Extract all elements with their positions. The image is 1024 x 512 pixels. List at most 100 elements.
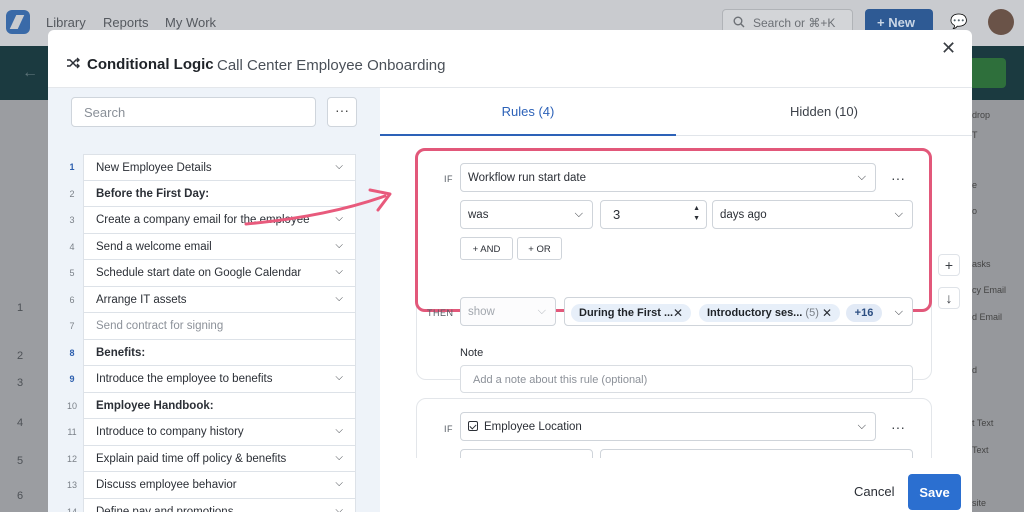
app-right-panel: drop T e o asks cy Email d Email d t Tex… (972, 100, 1024, 512)
app-right-text: d Email (972, 312, 1003, 322)
step-row[interactable]: 7 Send contract for signing (62, 313, 357, 340)
app-row-number: 3 (17, 377, 24, 389)
operator-select[interactable]: was ⌵ (460, 200, 593, 229)
more-options-button[interactable]: ··· (327, 97, 357, 127)
app-right-text: cy Email (972, 285, 1007, 295)
condition-field-select[interactable]: Workflow run start date ⌵ (460, 163, 876, 192)
chat-icon[interactable]: 💬 (950, 13, 967, 30)
chevron-down-icon[interactable]: ⌵ (335, 266, 343, 277)
chevron-down-icon[interactable]: ⌵ (335, 240, 343, 251)
target-chip[interactable]: Introductory ses... (5) ✕ (699, 304, 840, 322)
condition-field-select[interactable]: Employee Location ⌵ (460, 412, 876, 441)
step-label: New Employee Details (96, 162, 212, 174)
chevron-down-icon[interactable]: ⌵ (335, 161, 343, 172)
cancel-button[interactable]: Cancel (854, 484, 894, 499)
chevron-down-icon[interactable]: ⌵ (335, 478, 343, 489)
step-item[interactable]: Introduce to company history ⌵ (83, 419, 356, 446)
number-stepper-icon[interactable]: ▲ ▼ (693, 204, 700, 224)
step-number: 5 (69, 268, 75, 278)
tab-hidden[interactable]: Hidden (10) (676, 88, 972, 136)
annotation-arrow (244, 188, 392, 226)
unit-select[interactable]: days ago ⌵ (712, 200, 913, 229)
add-rule-icon[interactable]: + (938, 254, 960, 276)
save-button[interactable]: Save (908, 474, 961, 510)
back-arrow-icon[interactable]: ← (22, 64, 38, 82)
remove-chip-icon[interactable]: ✕ (822, 306, 832, 320)
modal-title: Conditional Logic (87, 56, 214, 73)
step-label: Define pay and promotions (96, 505, 234, 512)
step-row[interactable]: 12 Explain paid time off policy & benefit… (62, 445, 357, 472)
target-chip[interactable]: During the First ... ✕ (571, 304, 691, 322)
app-right-text: o (972, 206, 978, 216)
nav-library[interactable]: Library (46, 15, 86, 30)
step-label: Benefits: (96, 346, 146, 359)
step-label: Before the First Day: (96, 187, 210, 200)
step-item[interactable]: Send contract for signing (83, 313, 356, 340)
rules-tabs: Rules (4) Hidden (10) (380, 88, 972, 136)
chevron-down-icon[interactable]: ⌵ (335, 425, 343, 436)
more-chips-badge[interactable]: +16 (846, 304, 882, 322)
chevron-down-icon[interactable]: ⌵ (335, 293, 343, 304)
app-logo[interactable] (6, 10, 30, 34)
step-label: Introduce to company history (96, 426, 244, 438)
nav-reports[interactable]: Reports (103, 15, 149, 30)
shuffle-icon (66, 56, 80, 72)
step-item[interactable]: New Employee Details ⌵ (83, 154, 356, 181)
app-row-number: 1 (17, 302, 24, 314)
step-item[interactable]: Arrange IT assets ⌵ (83, 286, 356, 313)
chevron-down-icon: ⌵ (894, 208, 903, 220)
rules-area: IF Workflow run start date ⌵ ··· was ⌵ 3… (380, 136, 972, 458)
step-item[interactable]: Benefits: (83, 339, 356, 366)
step-row[interactable]: 1 New Employee Details ⌵ (62, 154, 357, 181)
operator-select[interactable] (460, 449, 593, 458)
step-item[interactable]: Define pay and promotions ⌵ (83, 498, 356, 512)
action-select[interactable]: show ⌵ (460, 297, 556, 326)
step-number: 11 (67, 427, 77, 437)
rule-more-icon[interactable]: ··· (891, 170, 905, 186)
step-row[interactable]: 8 Benefits: (62, 339, 357, 366)
step-number: 10 (66, 400, 77, 411)
step-row[interactable]: 9 Introduce the employee to benefits ⌵ (62, 366, 357, 393)
value-number-input[interactable]: 3 ▲ ▼ (600, 200, 707, 229)
chevron-down-icon: ⌵ (537, 305, 546, 317)
action-value: show (468, 306, 495, 318)
add-or-button[interactable]: + OR (517, 237, 562, 260)
chevron-down-icon[interactable]: ⌵ (335, 452, 343, 463)
step-item[interactable]: Send a welcome email ⌵ (83, 233, 356, 260)
step-label: Explain paid time off policy & benefits (96, 452, 287, 465)
rule-more-icon[interactable]: ··· (891, 419, 905, 435)
step-row[interactable]: 10 Employee Handbook: (62, 392, 357, 419)
chevron-down-icon[interactable]: ⌵ (335, 372, 343, 383)
condition-field-value: Employee Location (484, 421, 582, 433)
step-row[interactable]: 6 Arrange IT assets ⌵ (62, 286, 357, 313)
avatar[interactable] (988, 9, 1014, 35)
value-select[interactable] (600, 449, 913, 458)
if-label: IF (444, 174, 453, 184)
step-number: 1 (69, 162, 75, 172)
step-item[interactable]: Explain paid time off policy & benefits ⌵ (83, 445, 356, 472)
app-right-text: Text (972, 445, 989, 455)
step-row[interactable]: 5 Schedule start date on Google Calendar ⌵ (62, 260, 357, 287)
step-row[interactable]: 14 Define pay and promotions ⌵ (62, 498, 357, 512)
search-input[interactable] (71, 97, 316, 127)
step-item[interactable]: Employee Handbook: (83, 392, 356, 419)
step-number: 12 (66, 453, 77, 464)
add-and-button[interactable]: + AND (460, 237, 513, 260)
step-item[interactable]: Schedule start date on Google Calendar ⌵ (83, 260, 356, 287)
note-input[interactable]: Add a note about this rule (optional) (460, 365, 913, 393)
step-item[interactable]: Discuss employee behavior ⌵ (83, 472, 356, 499)
app-right-text: t Text (972, 418, 994, 428)
target-steps-select[interactable]: During the First ... ✕ Introductory ses.… (564, 297, 913, 326)
step-row[interactable]: 11 Introduce to company history ⌵ (62, 419, 357, 446)
close-icon[interactable]: ✕ (941, 38, 956, 59)
chevron-down-icon[interactable]: ⌵ (335, 505, 343, 512)
tab-rules[interactable]: Rules (4) (380, 88, 676, 136)
remove-chip-icon[interactable]: ✕ (673, 306, 683, 320)
move-down-icon[interactable]: ↓ (938, 287, 960, 309)
step-row[interactable]: 13 Discuss employee behavior ⌵ (62, 472, 357, 499)
step-number: 9 (69, 374, 75, 384)
step-item[interactable]: Introduce the employee to benefits ⌵ (83, 366, 356, 393)
step-row[interactable]: 4 Send a welcome email ⌵ (62, 233, 357, 260)
condition-field-value: Workflow run start date (468, 172, 587, 184)
nav-my-work[interactable]: My Work (165, 15, 216, 30)
